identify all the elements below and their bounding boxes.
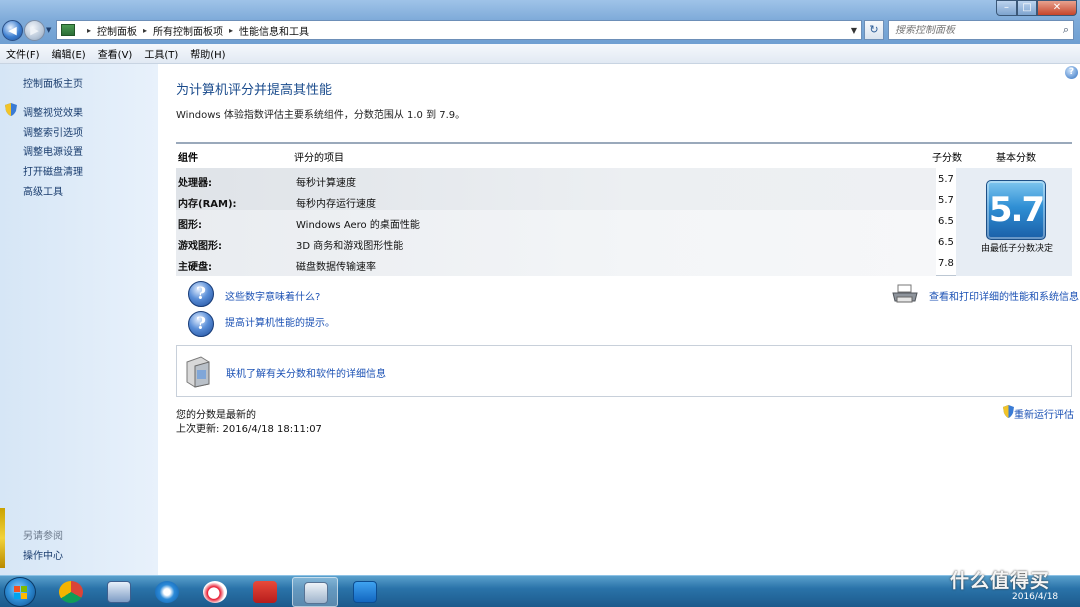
refresh-button[interactable]: ↻ (864, 20, 884, 40)
row-desc-disk: 磁盘数据传输速率 (296, 262, 376, 273)
shield-icon (1003, 405, 1014, 418)
sidebar-item-action-center[interactable]: 操作中心 (23, 547, 63, 562)
weibo-icon (203, 581, 227, 603)
row-desc-graphics: Windows Aero 的桌面性能 (296, 220, 420, 231)
row-label-graphics: 图形: (178, 220, 202, 231)
sidebar-item-advanced-tools[interactable]: 高级工具 (23, 183, 63, 198)
search-input[interactable] (895, 24, 1045, 36)
tray-date[interactable]: 2016/4/18 (1012, 592, 1058, 602)
breadcrumb-all-items[interactable]: 所有控制面板项 (153, 23, 223, 38)
internet-explorer-icon (155, 581, 179, 603)
sidebar-item-indexing[interactable]: 调整索引选项 (23, 124, 83, 139)
row-score-gaming: 6.5 (938, 237, 954, 248)
rerun-assessment-link[interactable]: 重新运行评估 (1014, 406, 1074, 421)
link-print-details[interactable]: 查看和打印详细的性能和系统信息 (929, 288, 1079, 303)
row-desc-cpu: 每秒计算速度 (296, 178, 356, 189)
intro-text: Windows 体验指数评估主要系统组件，分数范围从 1.0 到 7.9。 (176, 110, 466, 121)
taskbar-ie[interactable] (144, 577, 190, 607)
taskbar-security[interactable] (342, 577, 388, 607)
header-item: 评分的项目 (294, 153, 344, 164)
base-score-tile[interactable]: 5.7 (986, 180, 1046, 240)
sidebar-item-visual-effects[interactable]: 调整视觉效果 (23, 104, 83, 119)
link-what-numbers-mean[interactable]: 这些数字意味着什么? (225, 288, 320, 303)
sidebar-item-power[interactable]: 调整电源设置 (23, 143, 83, 158)
breadcrumb-control-panel[interactable]: 控制面板 (97, 23, 137, 38)
question-icon: ? (188, 311, 214, 337)
sidebar-accent-stripe (0, 508, 5, 568)
score-table: 组件 评分的项目 子分数 基本分数 处理器: 每秒计算速度 5.7 内存(RAM… (176, 142, 1072, 276)
taskbar-chrome[interactable] (48, 577, 94, 607)
row-desc-ram: 每秒内存运行速度 (296, 199, 376, 210)
windows-logo-icon (14, 586, 27, 599)
menu-file[interactable]: 文件(F) (6, 46, 40, 61)
page-title: 为计算机评分并提高其性能 (176, 83, 333, 98)
software-box-icon (186, 356, 210, 388)
address-bar[interactable]: ▸ 控制面板 ▸ 所有控制面板项 ▸ 性能信息和工具 ▼ (56, 20, 862, 40)
link-online-info[interactable]: 联机了解有关分数和软件的详细信息 (226, 365, 386, 380)
row-label-cpu: 处理器: (178, 178, 212, 189)
rows-background-lowest (176, 168, 936, 210)
printer-icon (892, 284, 918, 303)
menu-help[interactable]: 帮助(H) (190, 46, 225, 61)
taskbar-weibo[interactable] (192, 577, 238, 607)
taskbar-control-panel[interactable] (292, 577, 338, 607)
base-score-caption: 由最低子分数决定 (980, 244, 1053, 254)
minimize-button[interactable]: – (996, 0, 1017, 16)
sidebar-item-home[interactable]: 控制面板主页 (23, 75, 83, 90)
row-desc-gaming: 3D 商务和游戏图形性能 (296, 241, 404, 252)
shield-icon (353, 581, 377, 603)
maximize-button[interactable]: □ (1017, 0, 1037, 16)
forward-button[interactable]: ▶ (24, 20, 45, 41)
search-icon[interactable]: ⌕ (1063, 23, 1069, 37)
watermark-text: 什么值得买 (950, 570, 1051, 592)
chevron-right-icon[interactable]: ▸ (229, 26, 233, 35)
taskbar-app[interactable] (242, 577, 288, 607)
question-icon: ? (188, 281, 214, 307)
header-subscore: 子分数 (932, 153, 962, 164)
link-performance-tips[interactable]: 提高计算机性能的提示。 (225, 314, 335, 329)
chevron-right-icon[interactable]: ▸ (143, 26, 147, 35)
sidebar-item-disk-cleanup[interactable]: 打开磁盘清理 (23, 163, 83, 178)
control-panel-icon (304, 582, 328, 604)
taskbar: 2016/4/18 (0, 575, 1080, 607)
row-score-graphics: 6.5 (938, 216, 954, 227)
chrome-icon (59, 581, 83, 603)
header-base-score: 基本分数 (996, 153, 1036, 164)
header-component: 组件 (178, 153, 198, 164)
last-update: 上次更新: 2016/4/18 18:11:07 (176, 424, 322, 435)
row-score-ram: 5.7 (938, 195, 954, 206)
menu-edit[interactable]: 编辑(E) (52, 46, 86, 61)
help-icon[interactable]: ? (1065, 66, 1078, 79)
score-status: 您的分数是最新的 (176, 410, 256, 421)
row-label-gaming: 游戏图形: (178, 241, 222, 252)
row-label-ram: 内存(RAM): (178, 199, 237, 210)
row-score-disk: 7.8 (938, 258, 954, 269)
chevron-right-icon[interactable]: ▸ (87, 26, 91, 35)
menu-tools[interactable]: 工具(T) (144, 46, 178, 61)
close-button[interactable]: ✕ (1037, 0, 1077, 16)
menu-bar: 文件(F) 编辑(E) 查看(V) 工具(T) 帮助(H) (0, 44, 1080, 64)
row-score-cpu: 5.7 (938, 174, 954, 185)
app-icon (253, 581, 277, 603)
sidebar (0, 64, 158, 575)
taskbar-explorer[interactable] (96, 577, 142, 607)
recent-pages-dropdown-icon[interactable]: ▼ (46, 26, 54, 34)
see-also-heading: 另请参阅 (23, 531, 63, 542)
menu-view[interactable]: 查看(V) (98, 46, 133, 61)
shield-icon (5, 103, 17, 116)
row-label-disk: 主硬盘: (178, 262, 212, 273)
back-button[interactable]: ◀ (2, 20, 23, 41)
address-dropdown-icon[interactable]: ▼ (851, 26, 857, 35)
folder-icon (107, 581, 131, 603)
search-box[interactable]: ⌕ (888, 20, 1074, 40)
control-panel-icon (61, 24, 75, 36)
breadcrumb-performance[interactable]: 性能信息和工具 (239, 23, 309, 38)
start-button[interactable] (4, 577, 36, 607)
